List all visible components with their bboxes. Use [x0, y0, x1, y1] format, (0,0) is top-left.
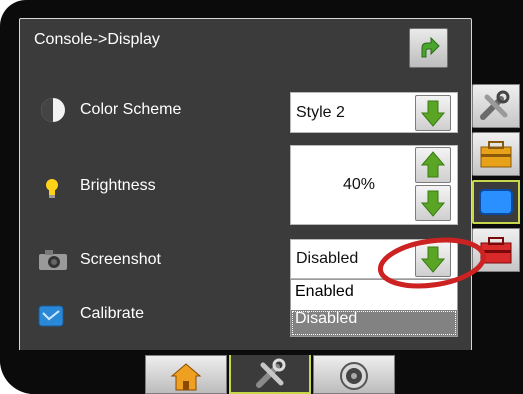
- bottom-tab-home[interactable]: [145, 355, 227, 394]
- settings-panel: Console->Display Color Scheme Style 2 Br…: [19, 18, 472, 352]
- calibrate-icon: [38, 305, 64, 327]
- tools-icon: [480, 90, 510, 120]
- color-scheme-dropdown-button[interactable]: [415, 95, 451, 131]
- screenshot-value: Disabled: [296, 250, 359, 267]
- home-icon: [170, 363, 202, 391]
- brightness-decrease-button[interactable]: [415, 185, 451, 221]
- dropdown-option-disabled[interactable]: Disabled: [291, 310, 457, 336]
- bottom-tab-camera[interactable]: [313, 355, 395, 394]
- camera-lens-icon: [340, 362, 368, 390]
- brightness-increase-button[interactable]: [415, 147, 451, 183]
- red-toolbox-icon: [480, 237, 512, 264]
- camera-icon: [39, 250, 67, 270]
- side-tab-tools[interactable]: [472, 84, 520, 128]
- dropdown-option-enabled[interactable]: Enabled: [291, 283, 457, 309]
- screenshot-label: Screenshot: [80, 251, 161, 268]
- brightness-value: 40%: [343, 176, 376, 193]
- display-icon: [479, 189, 513, 215]
- screenshot-dropdown-list: Enabled Disabled: [290, 279, 458, 337]
- down-arrow-icon: [420, 246, 446, 273]
- down-arrow-icon: [420, 190, 446, 217]
- breadcrumb: Console->Display: [34, 31, 160, 48]
- half-circle-icon: [41, 98, 65, 122]
- color-scheme-label: Color Scheme: [80, 101, 182, 118]
- return-arrow-icon: [421, 36, 440, 58]
- side-tab-red-toolbox[interactable]: [472, 228, 520, 272]
- down-arrow-icon: [420, 100, 446, 127]
- brightness-label: Brightness: [80, 177, 156, 194]
- tools-icon: [256, 358, 286, 388]
- bottom-tab-tools[interactable]: [229, 355, 311, 394]
- toolbox-icon: [480, 141, 512, 168]
- side-tab-toolbox[interactable]: [472, 132, 520, 176]
- back-button[interactable]: [409, 28, 448, 68]
- color-scheme-value: Style 2: [296, 104, 345, 121]
- screenshot-dropdown-button[interactable]: [415, 241, 451, 277]
- up-arrow-icon: [420, 151, 446, 178]
- device-screen: Console->Display Color Scheme Style 2 Br…: [0, 0, 523, 394]
- calibrate-label[interactable]: Calibrate: [80, 305, 144, 323]
- light-bulb-icon: [46, 179, 58, 198]
- side-tab-display[interactable]: [472, 180, 520, 224]
